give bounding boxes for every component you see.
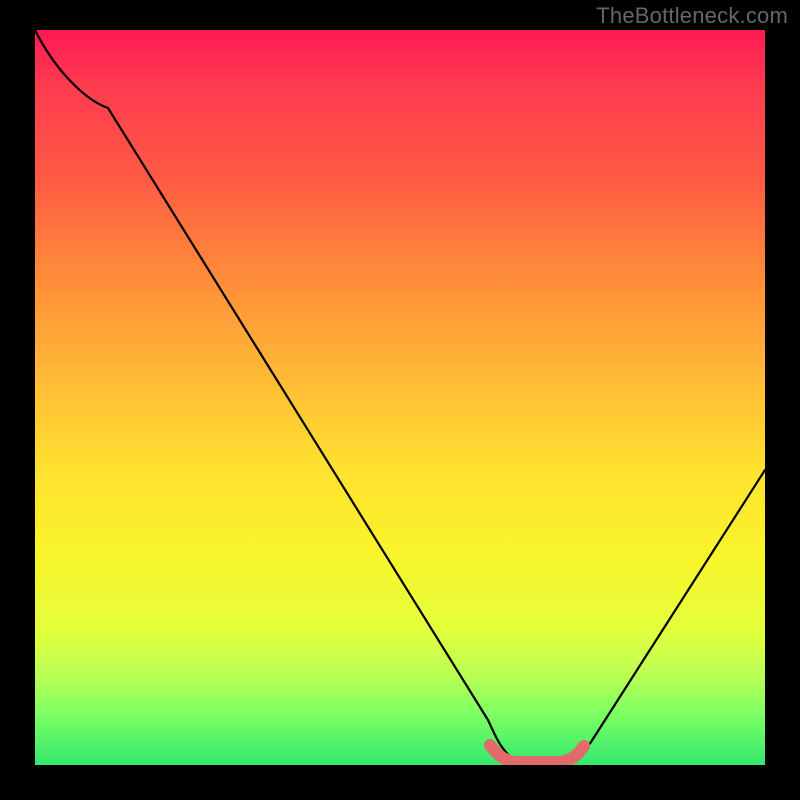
optimal-zone-marker xyxy=(490,745,584,762)
plot-area xyxy=(35,30,765,765)
chart-frame: TheBottleneck.com xyxy=(0,0,800,800)
watermark-text: TheBottleneck.com xyxy=(596,3,788,29)
curve-svg xyxy=(35,30,765,765)
bottleneck-curve xyxy=(35,30,765,764)
